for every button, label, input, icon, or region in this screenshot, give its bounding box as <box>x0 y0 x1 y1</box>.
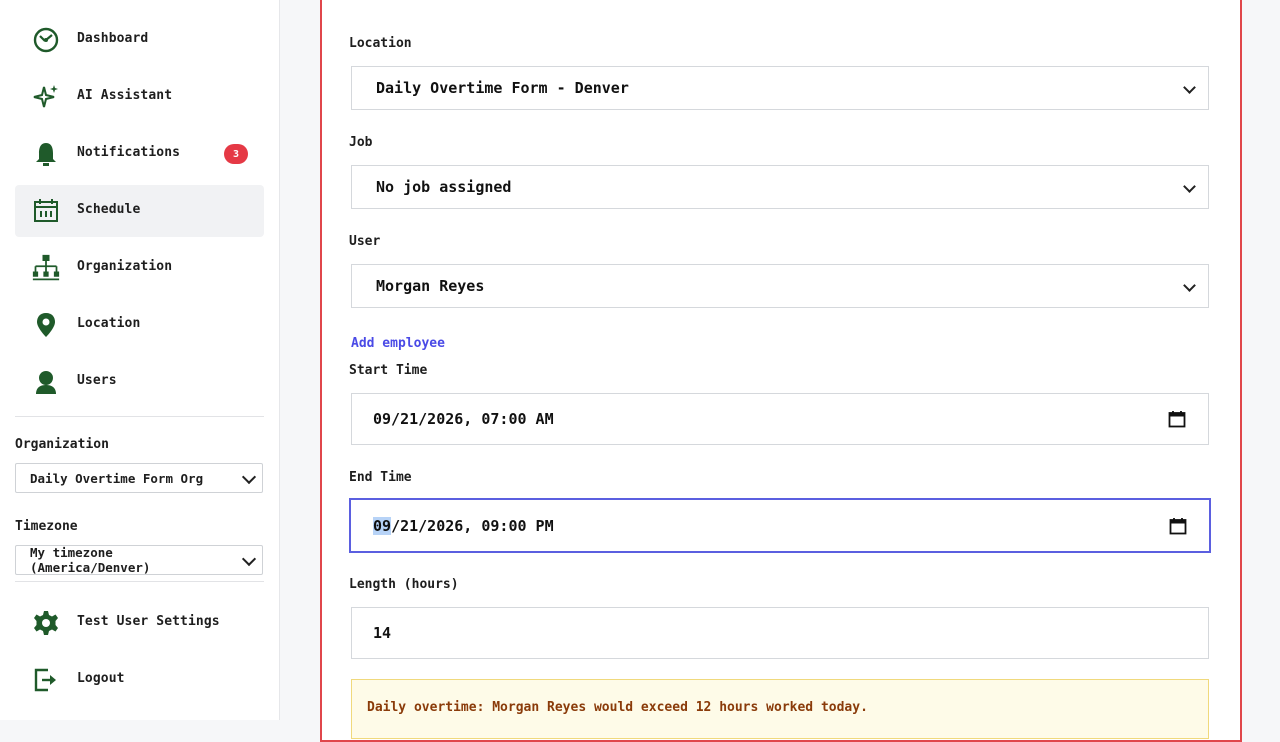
sidebar-item-label: AI Assistant <box>77 88 173 103</box>
org-chart-icon <box>32 254 60 282</box>
end-time-value: /21/2026, 09:00 PM <box>391 516 554 535</box>
calendar-picker-icon[interactable] <box>1169 517 1187 535</box>
start-time-label: Start Time <box>349 363 428 378</box>
user-icon <box>32 368 60 396</box>
sidebar-item-location[interactable]: Location <box>15 299 264 351</box>
map-pin-icon <box>32 311 60 339</box>
organization-select[interactable]: Daily Overtime Form Org <box>15 463 263 493</box>
sidebar-divider <box>15 416 264 417</box>
location-select[interactable]: Daily Overtime Form - Denver <box>351 66 1209 110</box>
chevron-down-icon <box>241 469 257 485</box>
length-hours-label: Length (hours) <box>349 577 459 592</box>
length-hours-value: 14 <box>373 624 392 642</box>
organization-label: Organization <box>15 437 109 452</box>
location-field-label: Location <box>349 36 412 51</box>
user-select-value: Morgan Reyes <box>376 277 485 295</box>
logout-label: Logout <box>77 671 125 686</box>
sidebar-item-label: Notifications <box>77 145 181 160</box>
chevron-down-icon <box>1183 81 1196 94</box>
chevron-down-icon <box>1183 279 1196 292</box>
sidebar-item-ai-assistant[interactable]: AI Assistant <box>15 71 264 123</box>
warning-text: Daily overtime: Morgan Reyes would excee… <box>367 700 868 715</box>
daily-overtime-warning: Daily overtime: Morgan Reyes would excee… <box>351 679 1209 739</box>
add-employee-link[interactable]: Add employee <box>351 336 445 351</box>
sidebar-nav: Dashboard AI Assistant Notifications 3 S… <box>15 14 264 413</box>
job-select-value: No job assigned <box>376 178 512 196</box>
location-select-value: Daily Overtime Form - Denver <box>376 79 629 97</box>
sidebar-item-organization[interactable]: Organization <box>15 242 264 294</box>
calendar-picker-icon[interactable] <box>1168 410 1186 428</box>
job-select[interactable]: No job assigned <box>351 165 1209 209</box>
gear-icon <box>32 609 60 637</box>
timezone-select[interactable]: My timezone (America/Denver) <box>15 545 263 575</box>
end-time-input[interactable]: 09/21/2026, 09:00 PM <box>349 498 1211 553</box>
chevron-down-icon <box>241 551 257 567</box>
start-time-input[interactable]: 09/21/2026, 07:00 AM <box>351 393 1209 445</box>
chevron-down-icon <box>1183 180 1196 193</box>
job-field-label: Job <box>349 135 373 150</box>
test-user-settings-button[interactable]: Test User Settings <box>15 601 264 645</box>
sidebar-item-label: Users <box>77 373 117 388</box>
sparkle-icon <box>32 83 60 111</box>
sidebar-item-label: Location <box>77 316 141 331</box>
user-select[interactable]: Morgan Reyes <box>351 264 1209 308</box>
sidebar-item-notifications[interactable]: Notifications 3 <box>15 128 264 180</box>
sidebar-item-label: Organization <box>77 259 173 274</box>
sidebar-item-label: Schedule <box>77 202 141 217</box>
user-field-label: User <box>349 234 381 249</box>
logout-button[interactable]: Logout <box>15 658 264 702</box>
sidebar-item-label: Dashboard <box>77 31 149 46</box>
sidebar-divider <box>15 581 264 582</box>
timezone-select-value: My timezone (America/Denver) <box>30 545 151 575</box>
organization-select-value: Daily Overtime Form Org <box>30 470 204 486</box>
sidebar: Dashboard AI Assistant Notifications 3 S… <box>0 0 280 720</box>
start-time-value: 09/21/2026, 07:00 AM <box>373 410 554 428</box>
dashboard-icon <box>32 26 60 54</box>
timezone-label: Timezone <box>15 519 78 534</box>
end-time-selected-segment: 09 <box>373 516 392 535</box>
sidebar-item-users[interactable]: Users <box>15 356 264 408</box>
notification-count-badge: 3 <box>224 144 248 164</box>
calendar-icon <box>32 197 60 225</box>
length-hours-input[interactable]: 14 <box>351 607 1209 659</box>
bell-icon <box>32 140 60 168</box>
sidebar-item-schedule[interactable]: Schedule <box>15 185 264 237</box>
sidebar-item-dashboard[interactable]: Dashboard <box>15 14 264 66</box>
logout-icon <box>32 666 60 694</box>
test-user-settings-label: Test User Settings <box>77 614 220 629</box>
end-time-label: End Time <box>349 470 412 485</box>
